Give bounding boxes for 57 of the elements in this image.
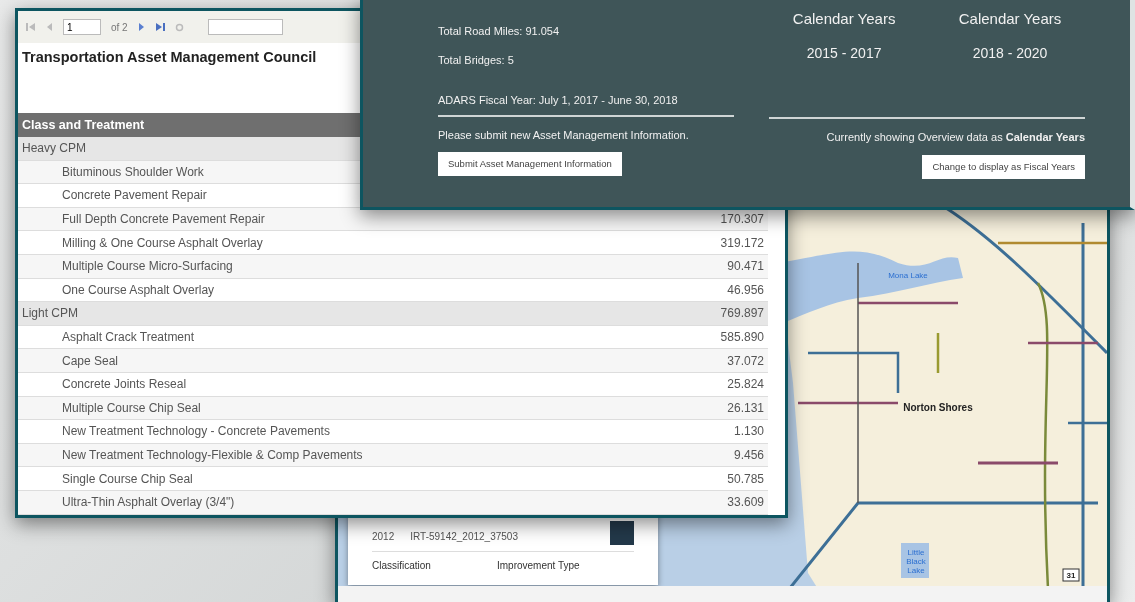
toggle-button[interactable]: Change to display as Fiscal Years	[922, 154, 1085, 179]
first-page-icon[interactable]	[26, 22, 36, 32]
stat-text: Total Road Miles: 91.054	[438, 24, 561, 39]
treatment-label: Multiple Course Chip Seal	[62, 399, 201, 417]
mileage-value: 37.072	[727, 352, 765, 370]
treatment-label: Milling & One Course Asphalt Overlay	[62, 234, 263, 252]
treatment-label: New Treatment Technology-Flexible & Comp Pavements	[62, 447, 363, 464]
treatment-label: Concrete Joints Reseal	[62, 376, 187, 394]
treatment-label: Cape Seal	[62, 352, 119, 370]
treatment-label: One Course Asphalt Overlay	[62, 281, 215, 299]
last-page-icon[interactable]	[154, 22, 165, 32]
field-label: Improvement Type	[497, 559, 581, 573]
mileage-value: 33.609	[727, 494, 765, 512]
period-range: 2015 - 2017	[805, 43, 883, 63]
year-text: 2012	[372, 529, 395, 544]
mileage-value: 585.890	[720, 329, 765, 347]
search-field[interactable]	[207, 19, 283, 35]
next-page-icon[interactable]	[137, 22, 145, 32]
lake-label: Mona Lake	[888, 271, 928, 280]
place-label: Norton Shores	[903, 402, 973, 413]
treatment-label: Ultra-Thin Asphalt Overlay (3/4")	[62, 494, 235, 512]
treatment-label: New Treatment Technology - Concrete Pavements	[62, 423, 330, 441]
submit-button[interactable]: Submit Asset Management Information	[438, 152, 622, 177]
period-label: Calendar Years	[957, 9, 1063, 29]
refresh-icon[interactable]	[174, 22, 184, 32]
mileage-value: 26.131	[727, 399, 765, 417]
group-label: Light CPM	[22, 305, 79, 323]
period-range: 2018 - 2020	[971, 43, 1049, 63]
route-shield: 31	[1062, 568, 1080, 582]
treatment-label: Asphalt Crack Treatment	[62, 329, 195, 347]
mileage-value: 9.456	[733, 447, 765, 464]
previous-page-icon[interactable]	[46, 22, 53, 32]
display-note: Currently showing Overview data as Calendar Years	[825, 130, 1085, 145]
treatment-label: Multiple Course Micro-Surfacing	[62, 258, 233, 276]
report-title: Transportation Asset Management Council	[21, 48, 318, 67]
refresh-button[interactable]	[610, 521, 634, 545]
mileage-value: 90.471	[727, 258, 765, 276]
treatment-label: Concrete Pavement Repair	[62, 187, 207, 205]
period-label: Calendar Years	[791, 9, 897, 29]
field-label: Classification	[372, 559, 432, 573]
mileage-value: 50.785	[727, 470, 765, 488]
page-number-field[interactable]: 1	[63, 19, 101, 35]
mileage-value: 170.307	[720, 211, 765, 229]
project-number: IRT-59142_2012_37503	[410, 529, 518, 544]
stat-text: Total Bridges: 5	[438, 52, 515, 68]
page-count: of 2	[111, 20, 128, 35]
mileage-value: 319.172	[720, 234, 765, 252]
treatment-label: Bituminous Shoulder Work	[62, 163, 204, 181]
treatment-label: Single Course Chip Seal	[62, 470, 193, 488]
mileage-value: 25.824	[727, 376, 765, 394]
treatment-label: Full Depth Concrete Pavement Repair	[62, 211, 265, 229]
group-label: Heavy CPM	[22, 140, 86, 158]
mileage-value: 46.956	[727, 281, 765, 299]
fiscal-year-text: ADARS Fiscal Year: July 1, 2017 - June 30, 2018	[438, 93, 679, 108]
mileage-value: 1.130	[733, 423, 765, 441]
mileage-value: 769.897	[720, 305, 765, 323]
lake-label: Little Black Lake	[906, 548, 926, 575]
